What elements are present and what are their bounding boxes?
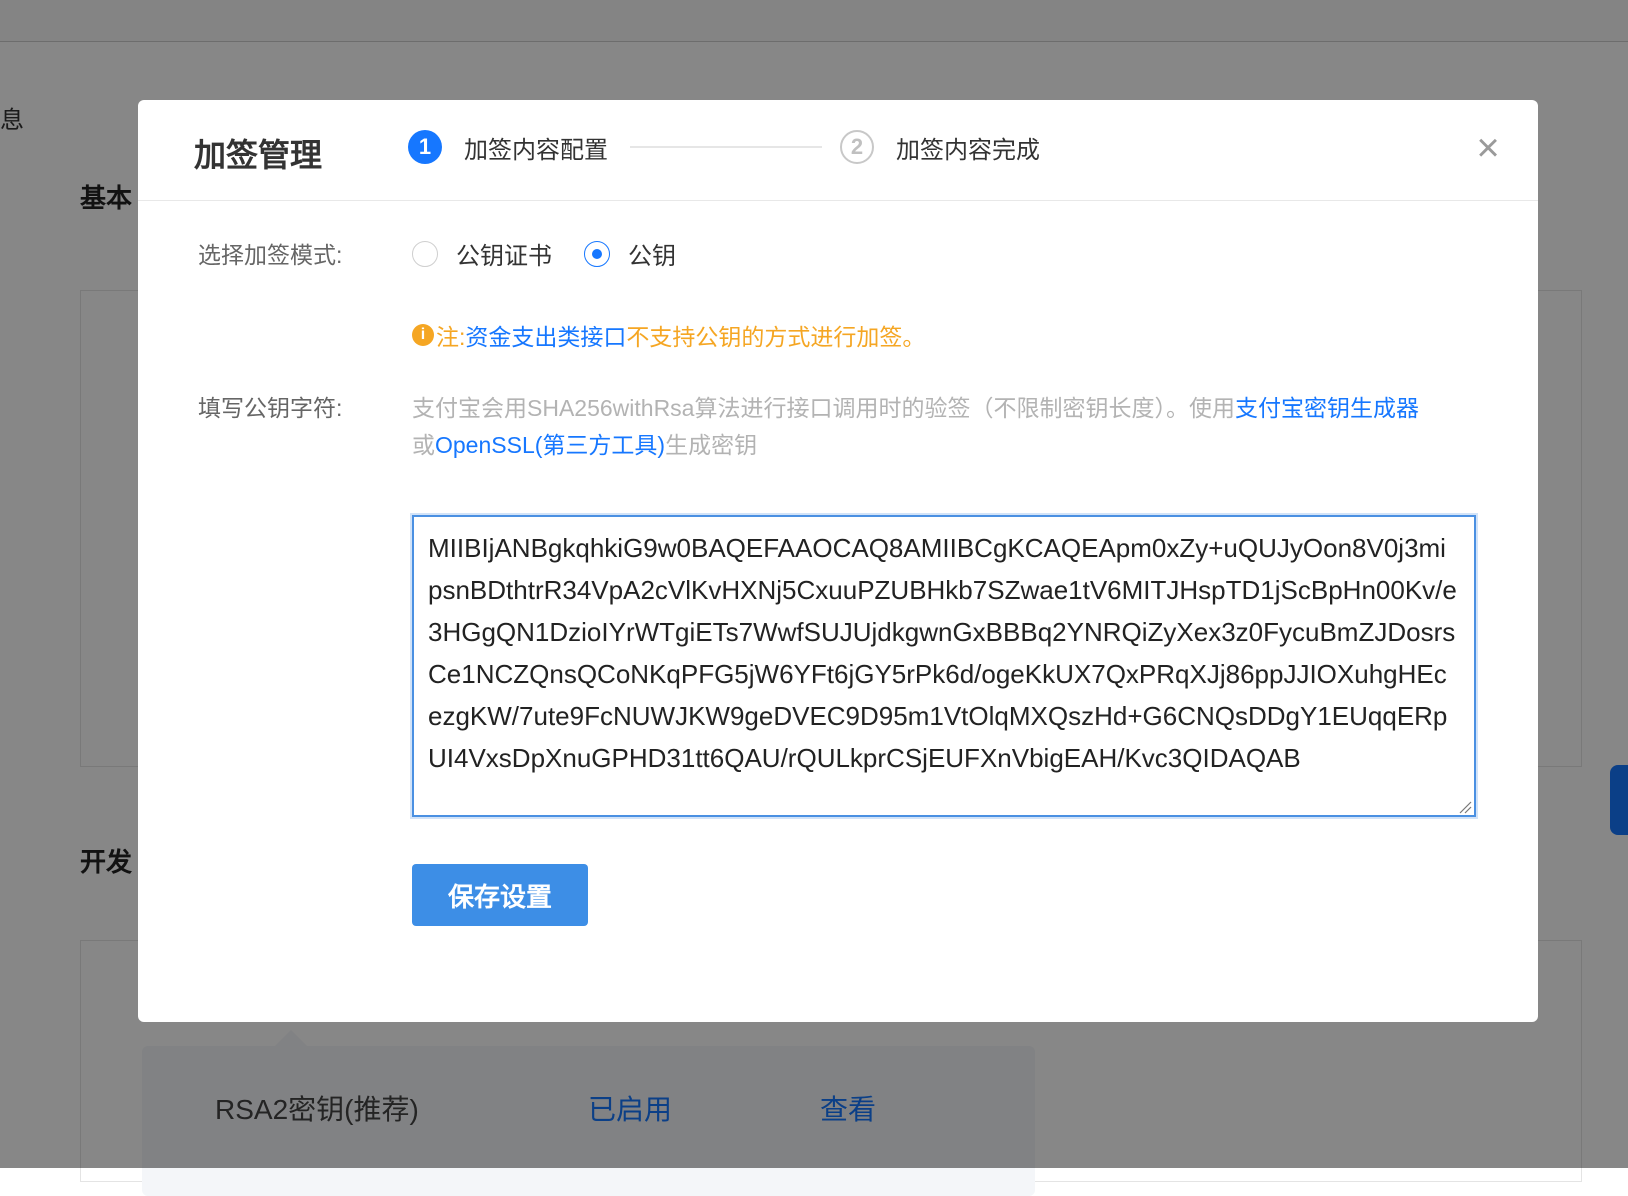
radio-label: 公钥 [628, 243, 676, 270]
sign-mode-label: 选择加签模式: [198, 242, 343, 268]
notice-prefix: 注: [436, 324, 466, 350]
public-key-label: 填写公钥字符: [198, 395, 343, 421]
sign-management-dialog: 加签管理 1 加签内容配置 2 加签内容完成 × 选择加签模式: 公钥证书 公钥… [138, 100, 1538, 1022]
step-1-label: 加签内容配置 [464, 136, 608, 164]
step-1: 1 加签内容配置 [408, 127, 608, 167]
step-2-number: 2 [840, 130, 874, 164]
radio-public-key[interactable]: 公钥 [584, 236, 676, 271]
info-icon: i [412, 324, 434, 346]
radio-button-checked[interactable] [584, 240, 610, 267]
radio-button[interactable] [412, 240, 438, 267]
step-2-label: 加签内容完成 [896, 136, 1040, 164]
notice: i 注: 资金支出类接口 不支持公钥的方式进行加签。 [412, 318, 925, 352]
sign-mode-radio-group: 公钥证书 公钥 [412, 236, 708, 271]
step-2: 2 加签内容完成 [840, 127, 1040, 167]
hint-text-end: 生成密钥 [665, 432, 758, 458]
public-key-textarea[interactable]: MIIBIjANBgkqhkiG9w0BAQEFAAOCAQ8AMIIBCgKC… [412, 515, 1476, 817]
modal-header: 加签管理 1 加签内容配置 2 加签内容完成 × [138, 100, 1538, 201]
openssl-link[interactable]: OpenSSL(第三方工具) [435, 432, 665, 458]
step-connector [630, 146, 822, 148]
radio-public-key-cert[interactable]: 公钥证书 [412, 236, 552, 271]
step-1-number: 1 [408, 130, 442, 164]
close-icon[interactable]: × [1468, 128, 1508, 168]
hint-text: 支付宝会用SHA256withRsa算法进行接口调用时的验签（不限制密钥长度）。… [412, 395, 1235, 421]
modal-title: 加签管理 [194, 137, 323, 173]
radio-label: 公钥证书 [456, 243, 552, 270]
resize-grip-icon[interactable] [1458, 800, 1472, 814]
notice-suffix: 不支持公钥的方式进行加签。 [626, 324, 926, 350]
save-settings-button[interactable]: 保存设置 [412, 864, 588, 926]
hint-text-or: 或 [412, 432, 435, 458]
notice-link-payout-api[interactable]: 资金支出类接口 [465, 318, 626, 352]
public-key-hint: 支付宝会用SHA256withRsa算法进行接口调用时的验签（不限制密钥长度）。… [412, 390, 1472, 464]
key-generator-link[interactable]: 支付宝密钥生成器 [1235, 395, 1419, 421]
